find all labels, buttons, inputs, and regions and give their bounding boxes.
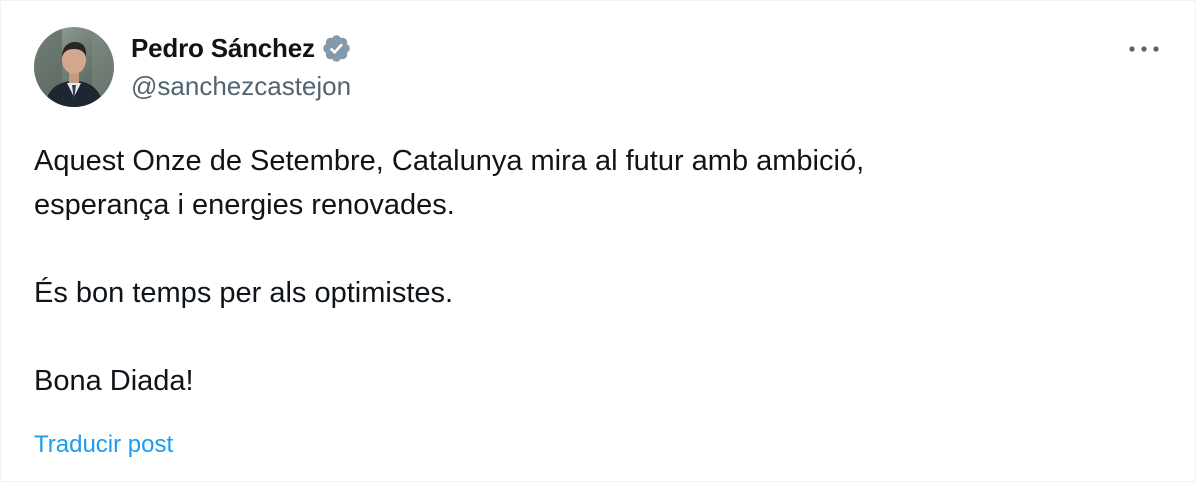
post-line: Aquest Onze de Setembre, Catalunya mira … bbox=[34, 145, 865, 177]
post-line: esperança i energies renovades. bbox=[34, 189, 455, 221]
post-paragraph: Bona Diada! bbox=[34, 359, 1164, 403]
post-line: És bon temps per als optimistes. bbox=[34, 277, 454, 309]
post-paragraph: És bon temps per als optimistes. bbox=[34, 271, 1164, 315]
verified-badge-icon[interactable] bbox=[321, 33, 352, 64]
author-name-row: Pedro Sánchez bbox=[131, 31, 352, 65]
tweet-card: Pedro Sánchez @sanchezcastejon Aquest On… bbox=[0, 0, 1196, 482]
author-handle[interactable]: @sanchezcastejon bbox=[131, 71, 351, 102]
translate-post-link[interactable]: Traducir post bbox=[34, 431, 173, 459]
avatar[interactable] bbox=[34, 27, 114, 107]
profile-photo bbox=[34, 27, 114, 107]
post-paragraph: Aquest Onze de Setembre, Catalunya mira … bbox=[34, 139, 1164, 227]
post-text: Aquest Onze de Setembre, Catalunya mira … bbox=[34, 139, 1164, 403]
author-display-name[interactable]: Pedro Sánchez bbox=[131, 33, 315, 64]
more-options-button[interactable] bbox=[1121, 31, 1167, 67]
more-options-icon bbox=[1129, 46, 1159, 52]
post-line: Bona Diada! bbox=[34, 365, 194, 397]
